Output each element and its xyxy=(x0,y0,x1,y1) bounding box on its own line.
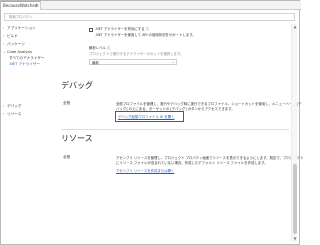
vertical-scrollbar[interactable]: ▲ ▼ xyxy=(291,24,297,242)
scroll-up-icon[interactable]: ▲ xyxy=(292,25,298,29)
sidebar-nav: › アプリケーション › ビルド › パッケージ ⌄Code Analysis すべて… xyxy=(1,24,51,245)
sidebar-item-resources[interactable]: › リソース xyxy=(3,112,21,117)
debug-general-label: 全般 xyxy=(63,101,71,105)
net-analyzer-heading: .NET アナライザーを有効にする ⓘ xyxy=(95,27,150,31)
scrollbar-thumb[interactable] xyxy=(293,164,297,234)
tab-bar: BecauseWatched × xyxy=(1,1,301,10)
search-placeholder: 検索プロパティ xyxy=(9,15,33,19)
highlight-box xyxy=(115,111,184,122)
sidebar-item-net-analyzers[interactable]: .NET アナライザー xyxy=(9,62,40,67)
sidebar-item-application[interactable]: › アプリケーション xyxy=(3,26,36,31)
chevron-down-icon: ⌄ xyxy=(171,59,175,64)
net-analyzer-description: .NET アナライザーを使用して API の使用状況をサポートします。 xyxy=(95,33,196,37)
document-tab[interactable]: BecauseWatched × xyxy=(1,1,41,10)
analysis-level-select[interactable]: 最新 ⌄ xyxy=(89,59,177,65)
sidebar-item-code-analysis[interactable]: ⌄Code Analysis xyxy=(3,50,32,55)
project-properties-window: BecauseWatched × 検索プロパティ › アプリケーション › ビルド … xyxy=(0,0,304,245)
document-tab-title: BecauseWatched xyxy=(3,3,38,8)
sidebar-item-all-analyzers[interactable]: すべてのアナライザー xyxy=(9,56,44,61)
sidebar-item-build[interactable]: › ビルド xyxy=(3,34,18,39)
close-icon[interactable]: × xyxy=(35,2,39,10)
section-divider xyxy=(61,129,289,130)
analysis-level-label: 解析レベル ⓘ xyxy=(89,46,111,50)
net-analyzer-checkbox[interactable] xyxy=(89,28,93,32)
resources-general-label: 全般 xyxy=(63,155,71,159)
sidebar-item-package[interactable]: › パッケージ xyxy=(3,42,25,47)
analysis-level-description: プロジェクトで実行するアナライザーのセットを選択します。 xyxy=(89,52,184,56)
resources-description-line-1: アセンブリ リソースを管理し、プロジェクト プロパティ画面でリソースを表示できる… xyxy=(116,156,304,160)
analysis-level-value: 最新 xyxy=(92,60,99,65)
debug-description-line-1: 全般プロファイルを管理し、実行やデバッグ時に実行できるプロファイル。ショートカッ… xyxy=(116,102,302,106)
debug-section-title: デバッグ xyxy=(61,81,93,90)
scroll-down-icon[interactable]: ▼ xyxy=(292,237,298,241)
resources-section-title: リソース xyxy=(61,134,93,143)
sidebar-item-debug[interactable]: › デバッグ xyxy=(3,104,21,109)
resources-description-line-2: にリソース ファイルが含まれていない場合、作成したデフォルト リソース ファイル… xyxy=(116,161,268,165)
search-properties-input[interactable]: 検索プロパティ xyxy=(4,13,295,21)
create-or-open-assembly-resources-link[interactable]: アセンブリ リソースを作成または開く xyxy=(116,169,174,173)
